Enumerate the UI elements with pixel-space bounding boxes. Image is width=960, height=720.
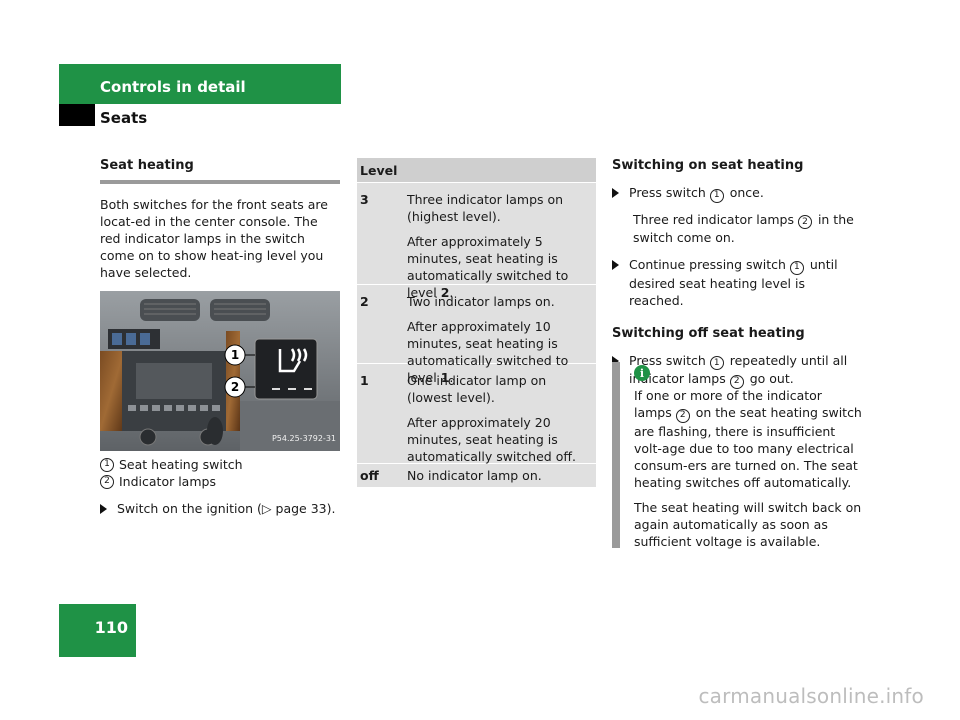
bullet-arrow-icon — [612, 260, 619, 270]
seat-heating-heading: Seat heating — [100, 157, 340, 184]
callout-number: 2 — [100, 474, 114, 489]
switching-off-heading: Switching off seat heating — [612, 325, 805, 341]
photo-code: P54.25-3792-31 — [271, 434, 336, 443]
level-description: Three indicator lamps on (highest level)… — [407, 192, 564, 224]
right-column: Switching on seat heating Press switch 1… — [612, 157, 860, 389]
level-value: 3 — [360, 192, 369, 207]
svg-text:1: 1 — [231, 348, 239, 362]
table-header-row: Level — [357, 158, 596, 183]
info-note: i If one or more of the indicator lamps … — [612, 362, 862, 549]
switching-on-heading: Switching on seat heating — [612, 158, 804, 173]
caption-text: Seat heating switch — [119, 457, 243, 472]
level-description: No indicator lamp on. — [407, 468, 542, 483]
level-column-header: Level — [360, 162, 398, 178]
ignition-step-text: Switch on the ignition (▷ page 33). — [117, 501, 336, 516]
table-row: off No indicator lamp on. — [357, 464, 596, 488]
level-value: 1 — [360, 373, 369, 388]
level-value: 2 — [360, 294, 369, 309]
caption-list: 1 Seat heating switch 2 Indicator lamps — [100, 456, 340, 490]
callout-number: 1 — [100, 457, 114, 472]
callout-number: 2 — [797, 215, 812, 229]
header-marker — [59, 104, 95, 126]
page-number: 110 — [94, 618, 128, 637]
switch-on-step: Press switch 1 once. — [612, 184, 860, 203]
watermark: carmanualsonline.info — [698, 684, 924, 708]
table-row: 3 Three indicator lamps on (highest leve… — [357, 183, 596, 300]
ignition-step: Switch on the ignition (▷ page 33). — [100, 500, 340, 517]
bullet-arrow-icon — [612, 188, 619, 198]
level-description: One indicator lamp on (lowest level). — [407, 373, 547, 405]
svg-text:2: 2 — [231, 380, 239, 394]
info-paragraph: If one or more of the indicator lamps 2 … — [634, 388, 862, 490]
console-photo: 1 2 P54.25-3792-31 — [100, 291, 340, 451]
table-row: 1 One indicator lamp on (lowest level). … — [357, 364, 596, 464]
table-row: 2 Two indicator lamps on. After approxim… — [357, 285, 596, 385]
level-timeout: After approximately 20 minutes, seat hea… — [407, 415, 576, 464]
level-value: off — [360, 468, 379, 483]
info-paragraph: The seat heating will switch back on aga… — [634, 499, 862, 549]
section-title: Controls in detail — [100, 78, 246, 96]
subsection-title: Seats — [100, 109, 148, 127]
callout-number: 1 — [789, 260, 804, 275]
callout-number: 1 — [709, 188, 724, 203]
switch-on-result: Three red indicator lamps 2 in the switc… — [633, 211, 854, 246]
heating-level-table: Level 3 Three indicator lamps on (highes… — [357, 158, 596, 488]
caption-text: Indicator lamps — [119, 474, 216, 489]
page-number-box: 110 — [59, 604, 136, 657]
bullet-arrow-icon — [100, 504, 107, 514]
level-description: Two indicator lamps on. — [407, 294, 555, 309]
manual-page: Controls in detail Seats Seat heating Bo… — [0, 0, 960, 720]
callout-number: 2 — [675, 408, 690, 423]
caption-item: 2 Indicator lamps — [100, 473, 340, 490]
info-icon: i — [634, 365, 650, 381]
caption-item: 1 Seat heating switch — [100, 456, 340, 473]
intro-paragraph: Both switches for the front seats are lo… — [100, 197, 328, 280]
console-illustration: 1 2 — [100, 291, 340, 451]
continue-step: Continue pressing switch 1 until desired… — [612, 256, 860, 309]
left-column: Seat heating Both switches for the front… — [100, 157, 340, 517]
level-timeout: After approximately 5 minutes, seat heat… — [407, 234, 569, 300]
